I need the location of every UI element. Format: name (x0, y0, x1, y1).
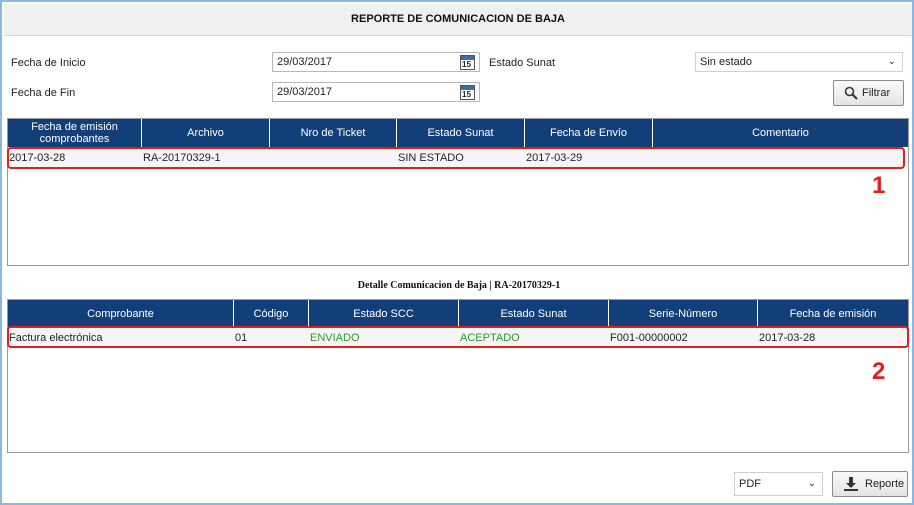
calendar-day: 15 (462, 90, 471, 99)
fecha-fin-value: 29/03/2017 (277, 86, 333, 98)
detalle-table: Comprobante Código Estado SCC Estado Sun… (7, 299, 909, 453)
detail-title: Detalle Comunicacion de Baja | RA-201703… (357, 280, 561, 291)
fecha-inicio-input[interactable]: 29/03/2017 15 (272, 52, 480, 72)
marker-2: 2 (872, 358, 886, 385)
filtrar-button[interactable]: Filtrar (833, 80, 904, 106)
comunicaciones-table: Fecha de emisión comprobantes Archivo Nr… (7, 118, 909, 266)
report-window: REPORTE DE COMUNICACION DE BAJA Fecha de… (0, 0, 914, 505)
col-estado-sunat[interactable]: Estado Sunat (397, 119, 525, 147)
calendar-icon[interactable]: 15 (460, 85, 475, 100)
col-fecha-emision[interactable]: Fecha de emisión comprobantes (8, 119, 142, 147)
highlight-box-2 (7, 326, 909, 348)
download-icon (843, 476, 859, 495)
estado-sunat-label: Estado Sunat (489, 57, 556, 69)
calendar-icon[interactable]: 15 (460, 55, 475, 70)
table-header: Fecha de emisión comprobantes Archivo Nr… (8, 119, 908, 147)
marker-1: 1 (872, 172, 886, 199)
page-title: REPORTE DE COMUNICACION DE BAJA (351, 13, 565, 25)
reporte-label: Reporte (865, 478, 905, 490)
filtrar-label: Filtrar (862, 87, 891, 99)
calendar-day: 15 (462, 60, 471, 69)
chevron-down-icon: ⌄ (887, 56, 896, 67)
fecha-inicio-value: 29/03/2017 (277, 56, 333, 68)
estado-sunat-value: Sin estado (700, 56, 752, 68)
chevron-down-icon: ⌄ (807, 478, 816, 489)
fecha-fin-label: Fecha de Fin (11, 87, 76, 99)
reporte-button[interactable]: Reporte (832, 471, 908, 497)
col-fecha-envio[interactable]: Fecha de Envío (525, 119, 653, 147)
col-serie-numero[interactable]: Serie-Número (609, 300, 758, 328)
title-bar: REPORTE DE COMUNICACION DE BAJA (4, 4, 912, 36)
format-value: PDF (739, 478, 761, 490)
col-estado-scc[interactable]: Estado SCC (309, 300, 459, 328)
col-archivo[interactable]: Archivo (142, 119, 270, 147)
col-codigo[interactable]: Código (234, 300, 309, 328)
estado-sunat-select[interactable]: Sin estado ⌄ (695, 52, 903, 72)
col-nro-ticket[interactable]: Nro de Ticket (270, 119, 397, 147)
fecha-fin-input[interactable]: 29/03/2017 15 (272, 82, 480, 102)
search-icon (844, 86, 858, 103)
col-comentario[interactable]: Comentario (653, 119, 908, 147)
col-comprobante[interactable]: Comprobante (8, 300, 234, 328)
col-estado-sunat[interactable]: Estado Sunat (459, 300, 609, 328)
format-select[interactable]: PDF ⌄ (734, 472, 823, 496)
table-header: Comprobante Código Estado SCC Estado Sun… (8, 300, 908, 328)
highlight-box-1 (7, 147, 905, 169)
fecha-inicio-label: Fecha de Inicio (11, 57, 86, 69)
col-fecha-emision[interactable]: Fecha de emisión (758, 300, 908, 328)
